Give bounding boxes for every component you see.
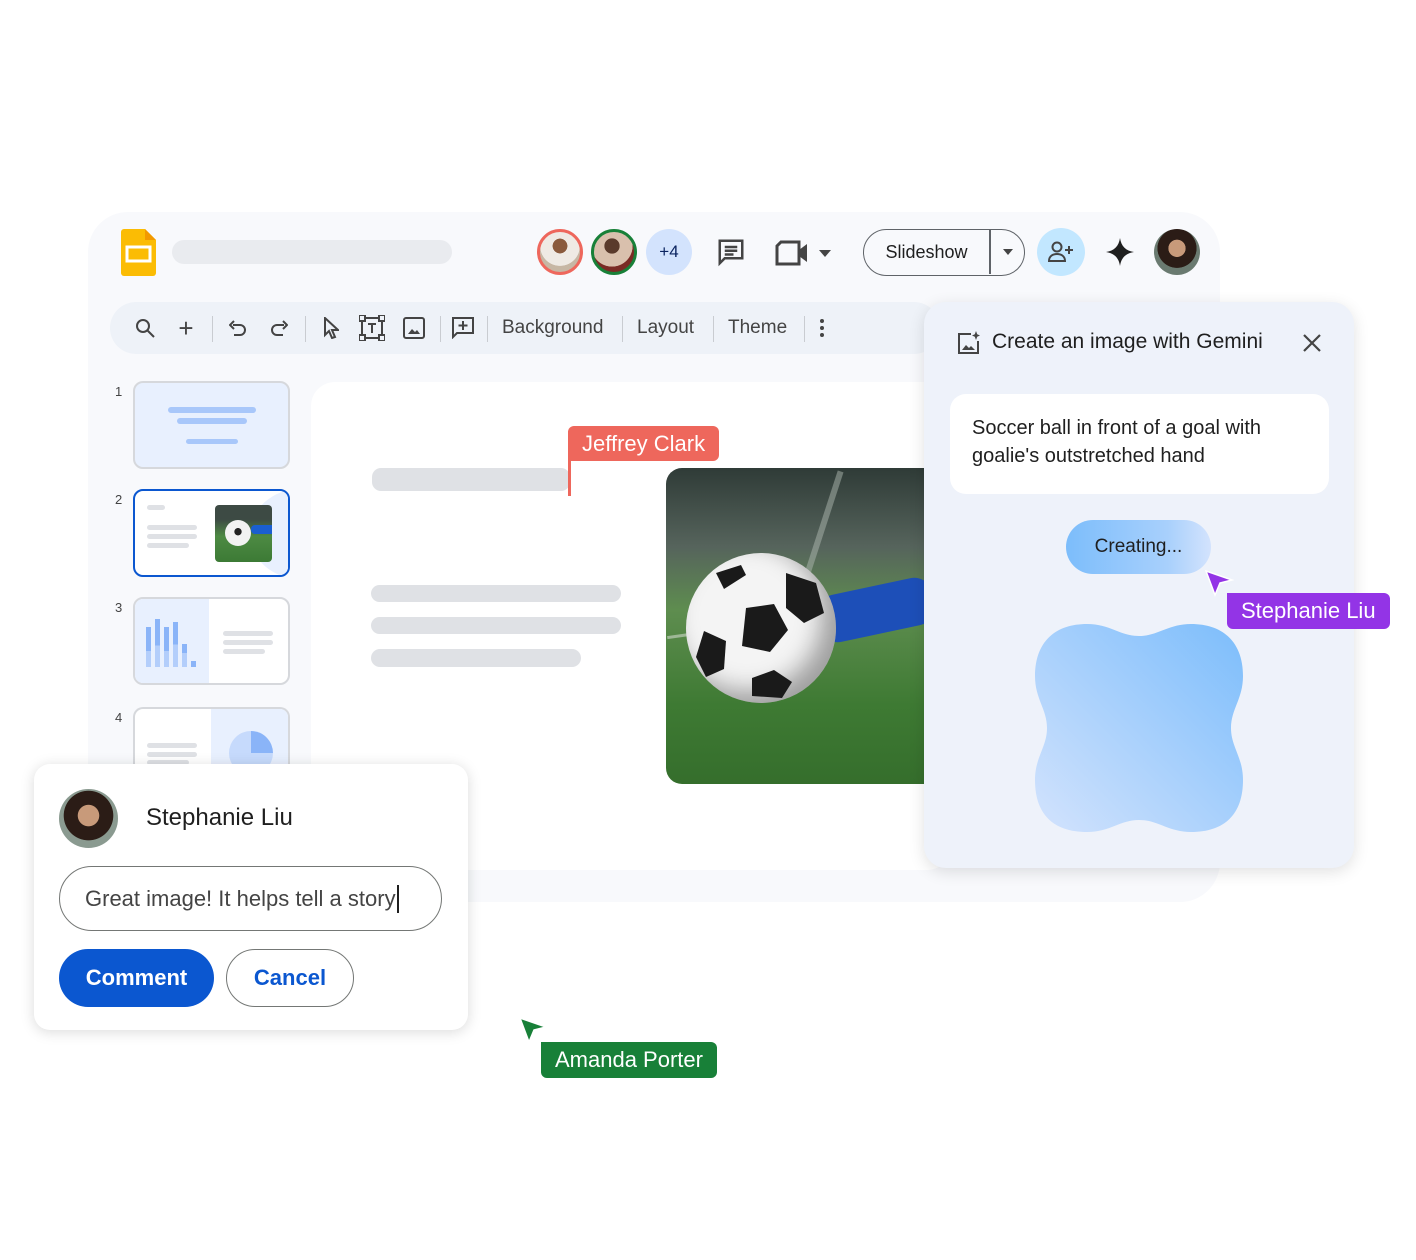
- soccer-ball-icon: [696, 565, 824, 698]
- caret-down-icon: [1002, 249, 1013, 255]
- cursor-label-jeffrey: Jeffrey Clark: [568, 426, 720, 461]
- comment-cancel-button[interactable]: Cancel: [226, 949, 354, 1007]
- comment-author-name: Stephanie Liu: [146, 804, 293, 831]
- slide-thumbnail-3[interactable]: [133, 597, 290, 685]
- gemini-sparkle-icon[interactable]: [1106, 238, 1134, 266]
- layout-button[interactable]: Layout: [637, 302, 694, 354]
- slideshow-options-button[interactable]: [991, 230, 1024, 274]
- slide-thumbnail-2[interactable]: [133, 489, 290, 577]
- gemini-panel-title: Create an image with Gemini: [992, 330, 1263, 353]
- slide-text-line: [371, 585, 621, 602]
- search-icon[interactable]: [132, 302, 158, 354]
- slides-logo-icon: [121, 229, 156, 276]
- insert-image-icon[interactable]: [401, 302, 427, 354]
- slide-thumbnail-1[interactable]: [133, 381, 290, 469]
- text-box-icon[interactable]: [358, 302, 386, 354]
- comment-card: Stephanie Liu Great image! It helps tell…: [34, 764, 468, 1030]
- slide-number: 1: [115, 384, 123, 399]
- image-sparkle-icon: [958, 331, 980, 354]
- toolbar: + Background Layout Theme: [110, 302, 940, 354]
- slide-number: 2: [115, 492, 123, 507]
- collaborator-avatar-jeffrey[interactable]: [537, 229, 583, 275]
- select-cursor-icon[interactable]: [318, 302, 344, 354]
- add-comment-icon[interactable]: [450, 302, 476, 354]
- new-slide-icon[interactable]: +: [173, 302, 199, 354]
- soccer-image[interactable]: [666, 468, 926, 784]
- theme-button[interactable]: Theme: [728, 302, 787, 354]
- comment-input[interactable]: Great image! It helps tell a story: [59, 866, 442, 931]
- slide-text-line: [371, 617, 621, 634]
- cursor-label-stephanie: Stephanie Liu: [1227, 593, 1390, 629]
- document-title-field[interactable]: [172, 240, 452, 264]
- undo-icon[interactable]: [225, 302, 251, 354]
- text-caret: [396, 884, 399, 913]
- comment-author-avatar: [59, 789, 118, 848]
- comments-icon[interactable]: [716, 237, 746, 267]
- comment-input-value: Great image! It helps tell a story: [85, 885, 396, 911]
- meet-video-icon[interactable]: [774, 239, 836, 267]
- cursor-label-amanda: Amanda Porter: [541, 1042, 717, 1078]
- share-button[interactable]: [1037, 228, 1085, 276]
- more-collaborators-badge[interactable]: +4: [646, 229, 692, 275]
- background-button[interactable]: Background: [502, 302, 603, 354]
- more-options-icon[interactable]: [815, 302, 829, 354]
- collaborator-avatar-amanda[interactable]: [591, 229, 637, 275]
- gemini-panel: Create an image with Gemini Soccer ball …: [924, 302, 1354, 868]
- comment-submit-button[interactable]: Comment: [59, 949, 214, 1007]
- slide-text-line: [371, 649, 581, 667]
- slideshow-button-group: Slideshow: [863, 229, 1025, 276]
- add-person-icon: [1048, 241, 1073, 262]
- slide-thumbnail-4[interactable]: [133, 707, 290, 767]
- user-avatar[interactable]: [1154, 229, 1200, 275]
- text-cursor-jeffrey: [568, 461, 571, 496]
- creating-status-button: Creating...: [1066, 520, 1211, 574]
- image-loading-placeholder: [1035, 624, 1243, 832]
- slide-title-placeholder[interactable]: [372, 468, 570, 491]
- slide-number: 3: [115, 600, 123, 615]
- slideshow-button[interactable]: Slideshow: [864, 230, 989, 274]
- redo-icon[interactable]: [266, 302, 292, 354]
- close-icon[interactable]: [1302, 333, 1322, 353]
- prompt-input[interactable]: Soccer ball in front of a goal with goal…: [950, 394, 1329, 494]
- slide-number: 4: [115, 710, 123, 725]
